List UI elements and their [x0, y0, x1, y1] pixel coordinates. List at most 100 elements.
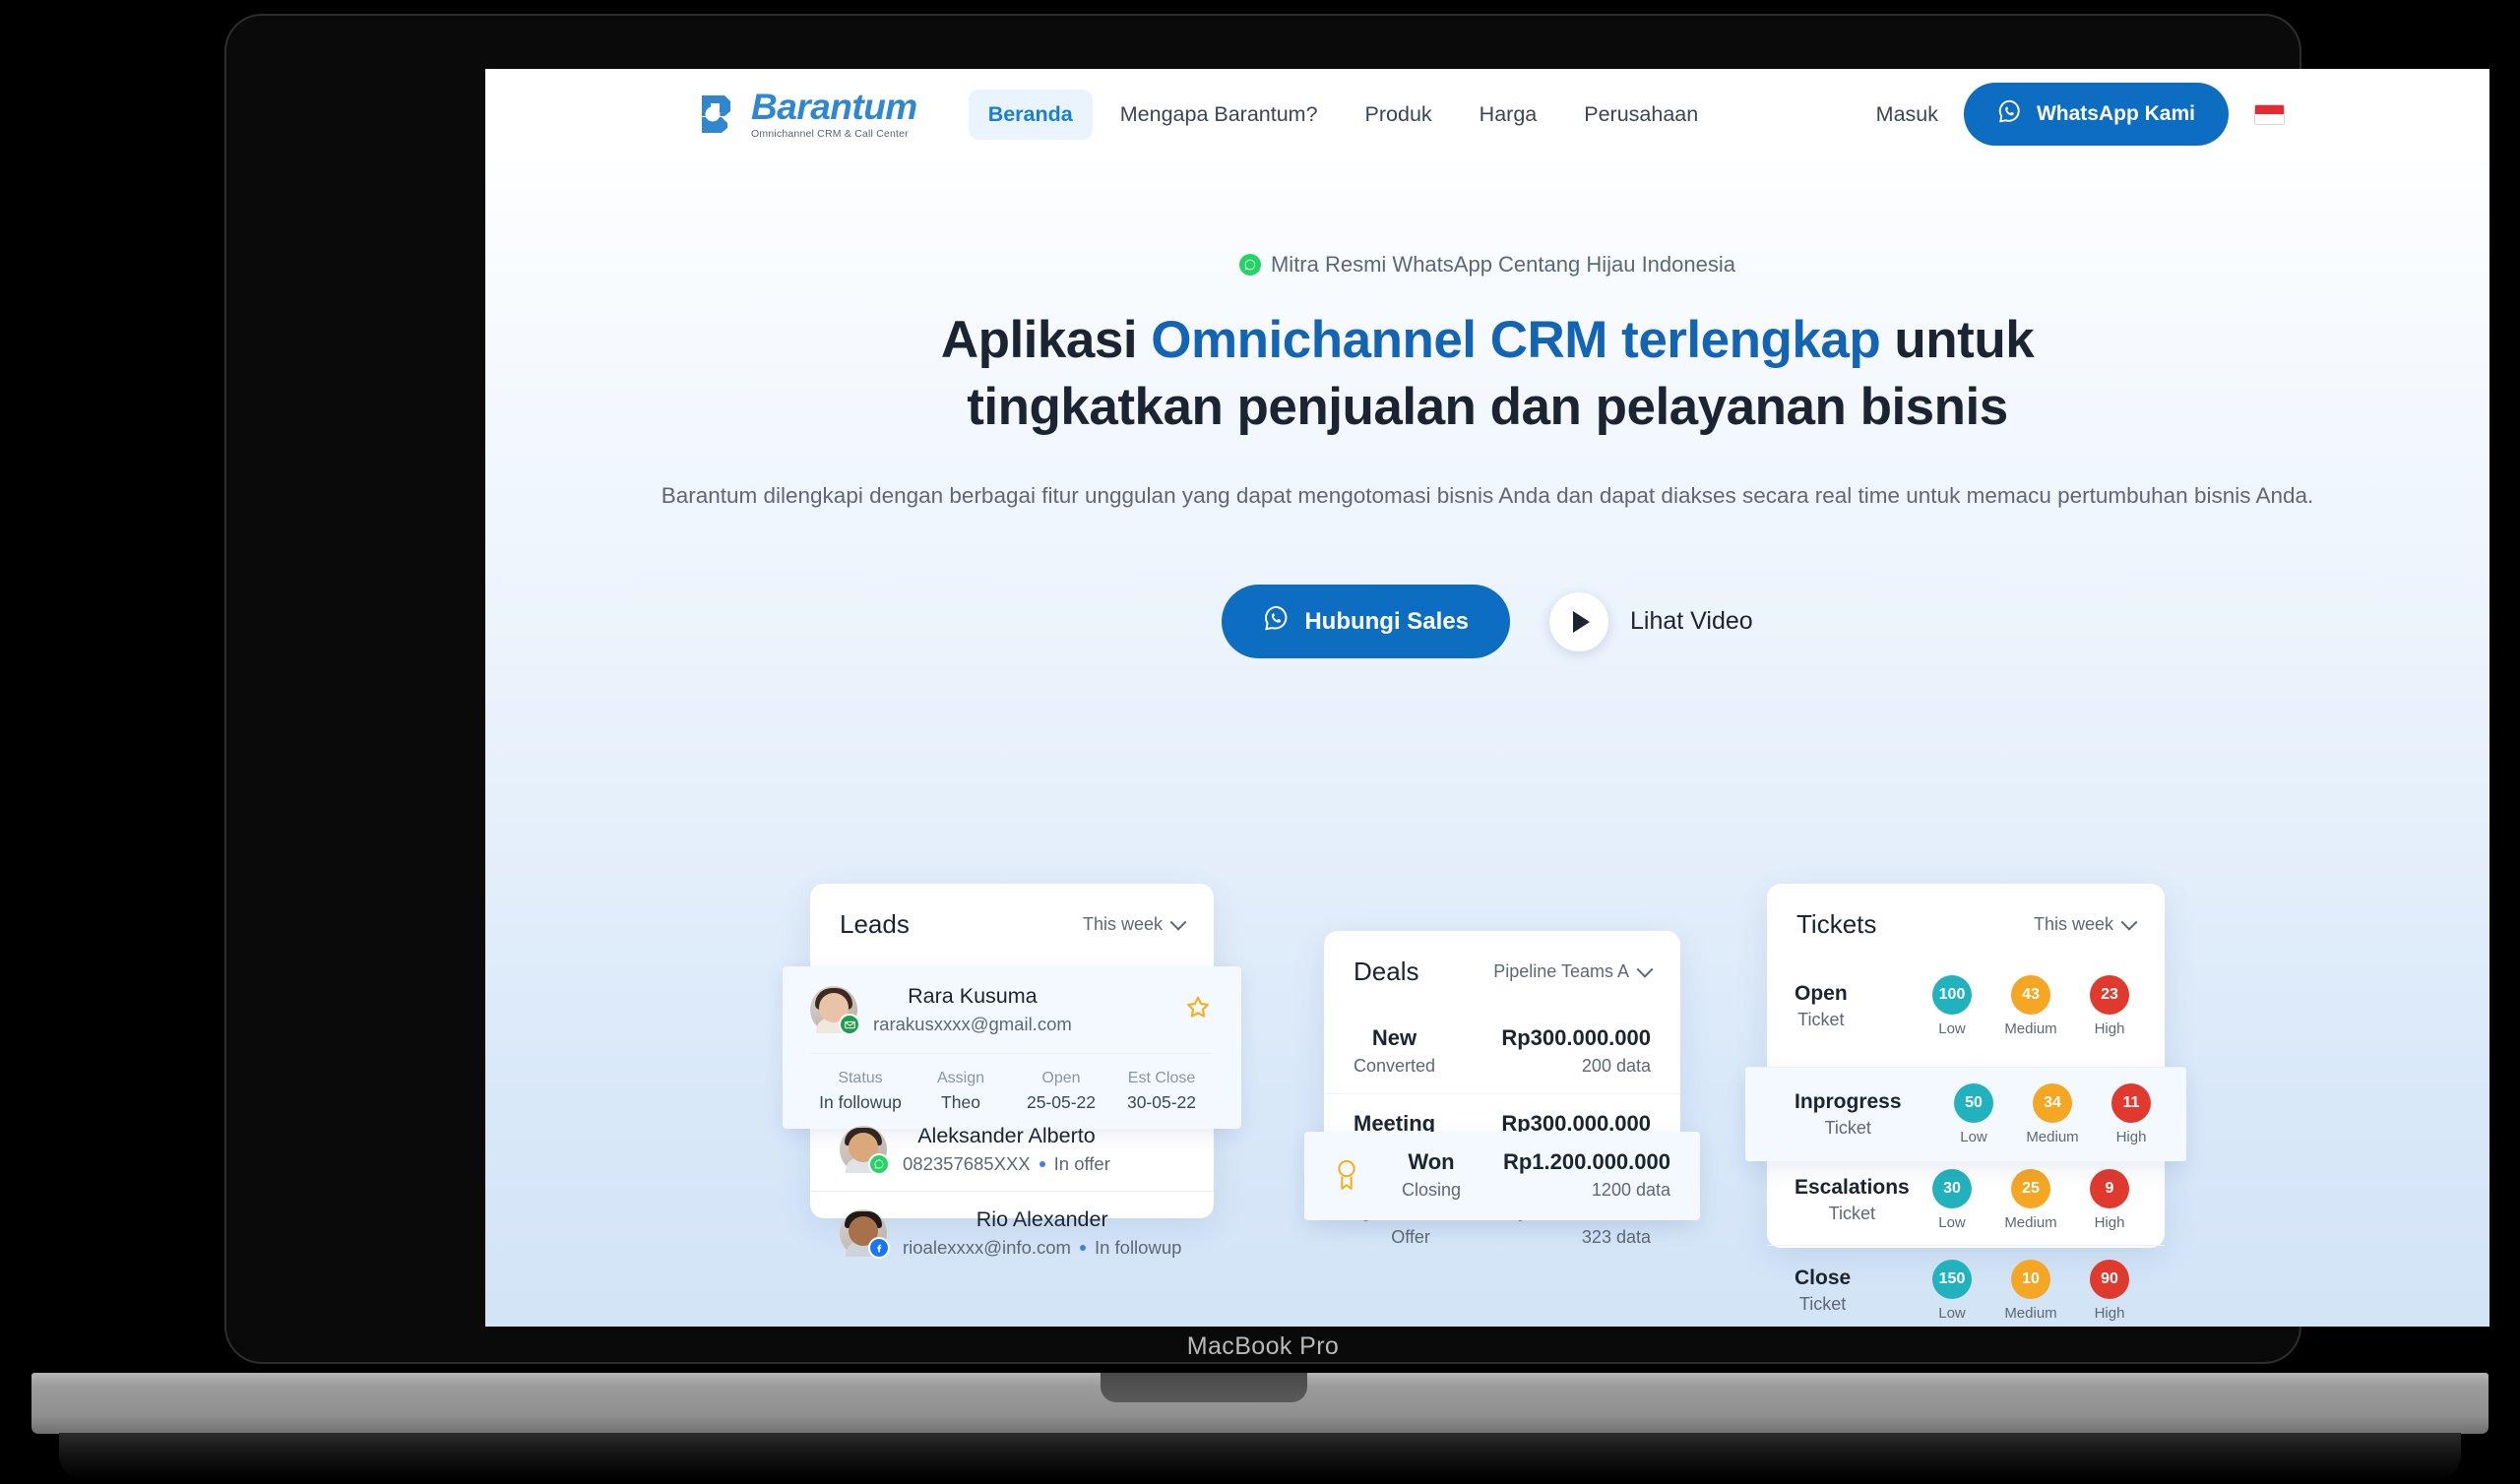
- ticket-priority-group: 100 Low 43 Medium 23 High: [1924, 975, 2137, 1037]
- priority-medium-label: Medium: [2026, 1129, 2079, 1145]
- main-navigation: Beranda Mengapa Barantum? Produk Harga P…: [968, 89, 1718, 140]
- login-link[interactable]: Masuk: [1876, 102, 1938, 127]
- deal-count: 200 data: [1581, 1056, 1651, 1076]
- list-item-status: In followup: [1094, 1237, 1182, 1258]
- deals-won-name: Won: [1408, 1149, 1455, 1174]
- device-model-label: MacBook Pro: [1186, 1332, 1340, 1360]
- tickets-filter-label: This week: [2033, 914, 2113, 934]
- priority-high: 9 High: [2082, 1169, 2137, 1231]
- priority-medium-count: 25: [2011, 1169, 2050, 1208]
- deal-amount: Rp300.000.000: [1501, 1025, 1651, 1050]
- leads-featured-contact: rarakusxxxx@gmail.com: [873, 1014, 1072, 1034]
- priority-low-count: 50: [1954, 1083, 1993, 1123]
- avatar: [840, 1209, 890, 1259]
- leads-featured-name: Rara Kusuma: [908, 984, 1038, 1008]
- deal-count: 323 data: [1581, 1227, 1651, 1247]
- ticket-priority-group: 150 Low 10 Medium 90 High: [1924, 1260, 2137, 1322]
- priority-medium-count: 34: [2033, 1083, 2072, 1123]
- table-row[interactable]: Open Ticket 100 Low 43 Medium 23 High: [1767, 961, 2165, 1051]
- email-icon: [839, 1014, 860, 1035]
- ticket-status-sub: Ticket: [1798, 1294, 1847, 1314]
- ticket-priority-group: 50 Low 34 Medium 11 High: [1946, 1083, 2159, 1145]
- table-row[interactable]: Inprogress Ticket 50 Low 34 Medium 11 Hi…: [1745, 1067, 2186, 1161]
- ticket-status-sub: Ticket: [1828, 1204, 1876, 1223]
- tickets-card: Tickets This week Open Ticket 100 Low 43…: [1745, 884, 2186, 1322]
- priority-low-label: Low: [1938, 1020, 1966, 1037]
- whatsapp-icon: [1263, 604, 1291, 639]
- ticket-status-name: Open: [1795, 982, 1848, 1005]
- priority-low: 30 Low: [1924, 1169, 1980, 1231]
- leads-col-open: Open 25-05-22: [1011, 1070, 1111, 1113]
- priority-low-label: Low: [1960, 1129, 1987, 1145]
- priority-low-count: 150: [1932, 1260, 1972, 1299]
- list-item-name: Rio Alexander: [976, 1207, 1108, 1231]
- nav-item-mengapa-barantum[interactable]: Mengapa Barantum?: [1101, 90, 1338, 140]
- laptop-base-notch: [1101, 1373, 1307, 1402]
- deal-sub: Offer: [1391, 1227, 1430, 1247]
- medal-icon: [1334, 1158, 1359, 1192]
- ticket-status-name: Escalations: [1795, 1176, 1910, 1199]
- whatsapp-icon: [868, 1153, 890, 1175]
- list-item-contact: 082357685XXX: [903, 1153, 1031, 1174]
- hubungi-sales-button[interactable]: Hubungi Sales: [1222, 585, 1511, 659]
- hero-section: Mitra Resmi WhatsApp Centang Hijau Indon…: [485, 159, 2489, 1327]
- chevron-down-icon: [1636, 960, 1654, 978]
- whatsapp-icon: [1238, 254, 1261, 276]
- separator-dot: [1079, 1245, 1086, 1252]
- tickets-filter-dropdown[interactable]: This week: [2033, 913, 2138, 935]
- priority-high-count: 90: [2090, 1260, 2129, 1299]
- avatar: [810, 986, 860, 1035]
- tickets-card-header: Tickets This week: [1767, 884, 2165, 961]
- priority-high-count: 23: [2090, 975, 2129, 1015]
- hero-eyebrow-text: Mitra Resmi WhatsApp Centang Hijau Indon…: [1270, 252, 1735, 277]
- table-row[interactable]: Close Ticket 150 Low 10 Medium 90 High: [1767, 1245, 2165, 1327]
- whatsapp-icon: [1997, 98, 2023, 130]
- deals-card: Deals Pipeline Teams A New Converted Rp3…: [1304, 931, 1700, 1247]
- priority-medium: 43 Medium: [2003, 975, 2058, 1037]
- leads-col-status: Status In followup: [810, 1070, 911, 1113]
- separator-dot: [1039, 1161, 1045, 1168]
- laptop-base-foot: [59, 1433, 2461, 1480]
- tickets-card-title: Tickets: [1796, 909, 1877, 939]
- lihat-video-button[interactable]: Lihat Video: [1549, 591, 1753, 651]
- list-item-meta: 082357685XXX In offer: [903, 1153, 1110, 1175]
- indonesia-flag-icon[interactable]: [2254, 103, 2285, 125]
- priority-low: 50 Low: [1946, 1083, 2001, 1145]
- play-icon: [1549, 591, 1609, 651]
- priority-medium-label: Medium: [2004, 1020, 2057, 1037]
- table-row[interactable]: Escalations Ticket 30 Low 25 Medium 9 Hi…: [1767, 1155, 2165, 1245]
- nav-item-perusahaan[interactable]: Perusahaan: [1564, 90, 1718, 140]
- deal-sub: Converted: [1354, 1056, 1436, 1076]
- table-row[interactable]: New Converted Rp300.000.000 200 data: [1324, 1009, 1680, 1093]
- nav-item-produk[interactable]: Produk: [1346, 90, 1452, 140]
- list-item[interactable]: Rio Alexander rioalexxxx@info.com In foll…: [810, 1191, 1214, 1274]
- deals-card-title: Deals: [1354, 957, 1419, 986]
- deals-pipeline-dropdown[interactable]: Pipeline Teams A: [1493, 960, 1654, 982]
- hero-title-part1: Aplikasi: [940, 311, 1152, 369]
- list-item[interactable]: Aleksander Alberto 082357685XXX In offer: [810, 1108, 1214, 1191]
- priority-low: 150 Low: [1924, 1260, 1980, 1322]
- nav-item-beranda[interactable]: Beranda: [968, 89, 1093, 140]
- star-icon[interactable]: [1184, 994, 1212, 1026]
- deals-won-sub: Closing: [1401, 1180, 1461, 1200]
- priority-high-count: 11: [2111, 1083, 2151, 1123]
- leads-featured-row[interactable]: Rara Kusuma rarakusxxxx@gmail.com Status: [783, 966, 1241, 1129]
- barantum-logo-icon: [698, 93, 741, 136]
- leads-col-status-header: Status: [838, 1070, 883, 1086]
- priority-high: 23 High: [2082, 975, 2137, 1037]
- leads-filter-dropdown[interactable]: This week: [1083, 913, 1187, 935]
- hubungi-sales-label: Hubungi Sales: [1304, 607, 1470, 635]
- page-title: Aplikasi Omnichannel CRM terlengkap untu…: [485, 307, 2489, 441]
- laptop-frame: Barantum Omnichannel CRM & Call Center B…: [224, 14, 2489, 1364]
- leads-col-estclose-header: Est Close: [1127, 1070, 1196, 1086]
- priority-medium: 34 Medium: [2025, 1083, 2080, 1145]
- hero-eyebrow: Mitra Resmi WhatsApp Centang Hijau Indon…: [485, 159, 2489, 278]
- deals-won-count: 1200 data: [1591, 1180, 1670, 1200]
- priority-medium: 25 Medium: [2003, 1169, 2058, 1231]
- brand-logo[interactable]: Barantum Omnichannel CRM & Call Center: [698, 89, 917, 140]
- ticket-status-name: Close: [1795, 1267, 1852, 1289]
- nav-item-harga[interactable]: Harga: [1460, 90, 1557, 140]
- deals-won-row[interactable]: Won Closing Rp1.200.000.000 1200 data: [1304, 1132, 1700, 1220]
- whatsapp-kami-button[interactable]: WhatsApp Kami: [1963, 83, 2229, 146]
- hero-title-highlight: Omnichannel CRM terlengkap: [1151, 311, 1881, 369]
